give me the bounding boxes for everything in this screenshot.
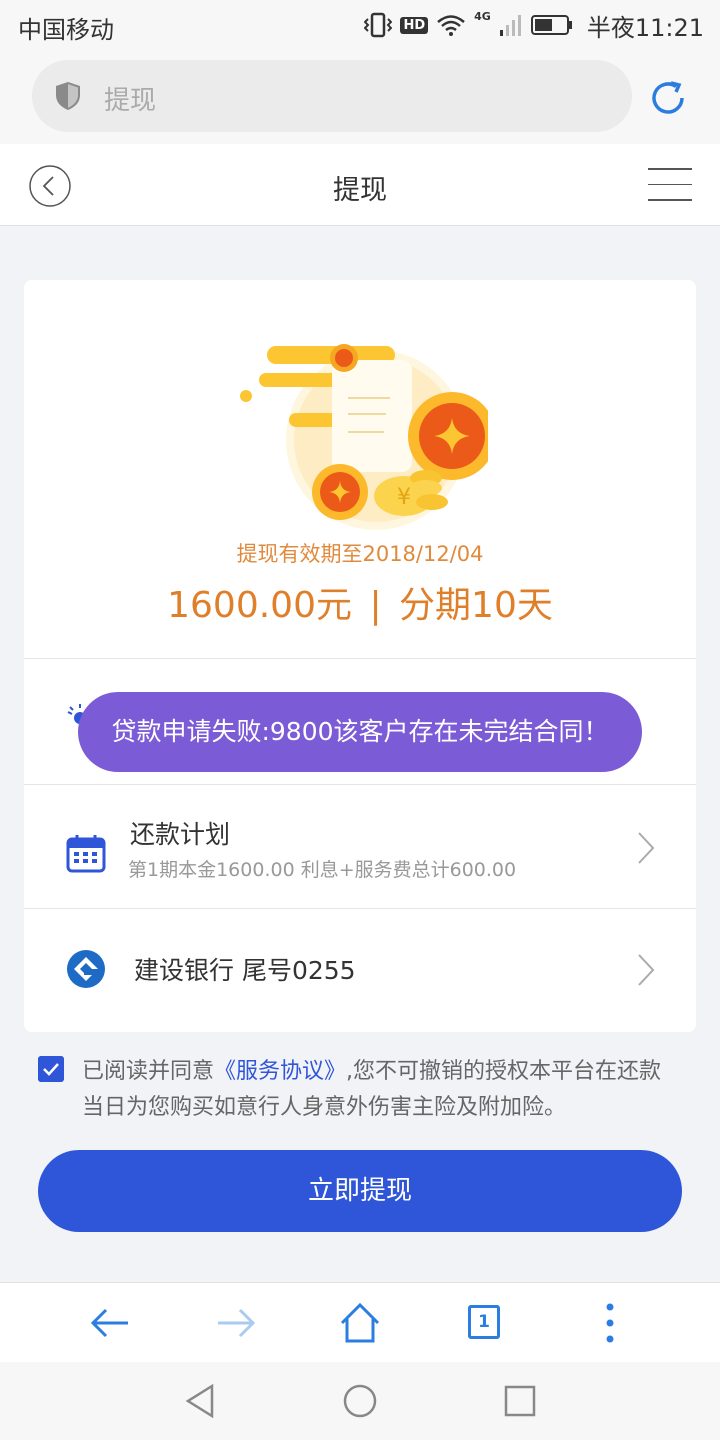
agreement-prefix: 已阅读并同意 [82,1059,215,1084]
service-agreement-link[interactable]: 《服务协议》 [214,1059,346,1084]
divider [24,658,696,659]
url-text: 提现 [104,86,157,116]
repayment-plan-summary: 第1期本金1600.00 利息+服务费总计600.00 [128,859,517,881]
home-icon[interactable] [338,1301,382,1345]
system-recents-icon[interactable] [501,1382,539,1420]
url-bar[interactable]: 提现 [32,60,632,132]
repayment-plan-title: 还款计划 [130,820,231,849]
bank-card-label: 建设银行 尾号0255 [134,956,356,985]
network-type: 4G [474,10,491,23]
menu-line [648,183,692,185]
signal-icon [499,15,521,36]
page-title: 提现 [333,175,387,206]
browser-bar: 提现 [0,52,720,144]
ccb-bank-logo-icon [67,950,105,988]
hd-badge: HD [400,16,429,34]
status-icons: HD 4G 半夜11:21 [364,8,704,42]
shield-icon [56,82,80,110]
vibrate-icon [364,12,393,38]
error-toast: 贷款申请失败:9800该客户存在未完结合同！ [78,692,642,772]
browser-back-icon[interactable] [88,1301,132,1345]
wifi-icon [437,15,465,36]
bank-card-row[interactable]: 建设银行 尾号0255 [24,909,696,1032]
page-header: 提现 [0,144,720,226]
amount-summary: 1600.00元 | 分期10天 [24,576,696,628]
clock: 半夜11:21 [586,13,704,42]
status-bar: 中国移动 HD 4G 半夜11:21 [0,0,720,52]
withdraw-card: ¥ 提现有效期至2018/12/04 1600.00元 | 分期10天 还款计划… [24,280,696,1032]
system-home-icon[interactable] [341,1382,379,1420]
browser-nav-bar: 1 [0,1282,720,1362]
agreement-text: 已阅读并同意《服务协议》,您不可撤销的授权本平台在还款当日为您购买如意行人身意外… [82,1054,682,1126]
validity-text: 提现有效期至2018/12/04 [236,542,484,566]
agreement-checkbox[interactable] [38,1056,64,1082]
system-nav-bar [0,1362,720,1440]
calendar-icon [66,835,106,873]
refresh-icon[interactable] [646,76,690,120]
withdraw-now-button[interactable]: 立即提现 [38,1150,682,1232]
repayment-plan-row[interactable]: 还款计划 第1期本金1600.00 利息+服务费总计600.00 [24,785,696,909]
tab-count: 1 [468,1305,500,1339]
battery-icon [530,15,572,35]
browser-forward-icon[interactable] [214,1301,258,1345]
carrier-name: 中国移动 [18,16,114,44]
coins-document-illustration: ¥ [240,344,488,530]
withdraw-amount: 1600.00元 [167,585,352,626]
menu-button[interactable] [648,168,692,202]
menu-line [648,168,692,170]
more-icon[interactable] [588,1301,632,1345]
chevron-right-icon [638,954,655,986]
installment-term: 分期10天 [399,585,553,626]
amount-separator: | [369,585,382,626]
chevron-right-icon [638,832,655,864]
tabs-button[interactable]: 1 [462,1301,506,1345]
system-back-icon[interactable] [182,1382,220,1420]
menu-line [648,199,692,201]
svg-text:¥: ¥ [397,485,411,510]
